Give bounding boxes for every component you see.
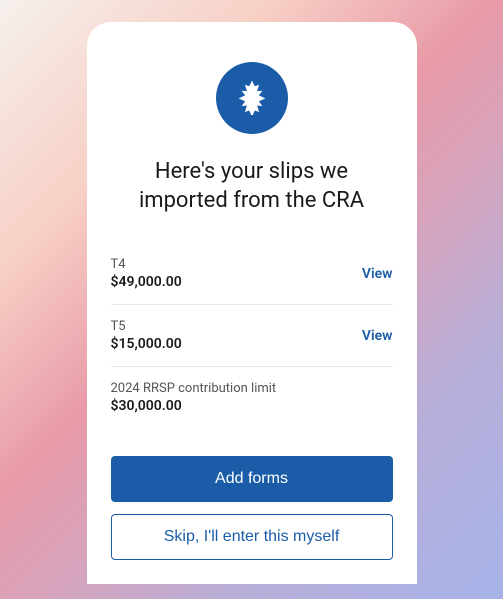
add-forms-button[interactable]: Add forms xyxy=(111,456,393,502)
phone-card: Here's your slips we imported from the C… xyxy=(87,22,417,584)
slip-info: T5 $15,000.00 xyxy=(111,319,182,352)
slip-amount: $30,000.00 xyxy=(111,398,277,414)
slip-info: 2024 RRSP contribution limit $30,000.00 xyxy=(111,381,277,414)
page-heading: Here's your slips we imported from the C… xyxy=(111,158,393,215)
maple-leaf-icon xyxy=(233,77,271,119)
slips-list: T4 $49,000.00 View T5 $15,000.00 View 20… xyxy=(111,243,393,428)
view-link[interactable]: View xyxy=(362,266,393,282)
slip-row: T5 $15,000.00 View xyxy=(111,305,393,367)
icon-circle xyxy=(216,62,288,134)
buttons-container: Add forms Skip, I'll enter this myself xyxy=(111,456,393,560)
slip-label: T5 xyxy=(111,319,182,334)
slip-amount: $15,000.00 xyxy=(111,336,182,352)
view-link[interactable]: View xyxy=(362,328,393,344)
slip-info: T4 $49,000.00 xyxy=(111,257,182,290)
slip-label: T4 xyxy=(111,257,182,272)
slip-amount: $49,000.00 xyxy=(111,274,182,290)
skip-button[interactable]: Skip, I'll enter this myself xyxy=(111,514,393,560)
slip-label: 2024 RRSP contribution limit xyxy=(111,381,277,396)
slip-row: 2024 RRSP contribution limit $30,000.00 xyxy=(111,367,393,428)
slip-row: T4 $49,000.00 View xyxy=(111,243,393,305)
